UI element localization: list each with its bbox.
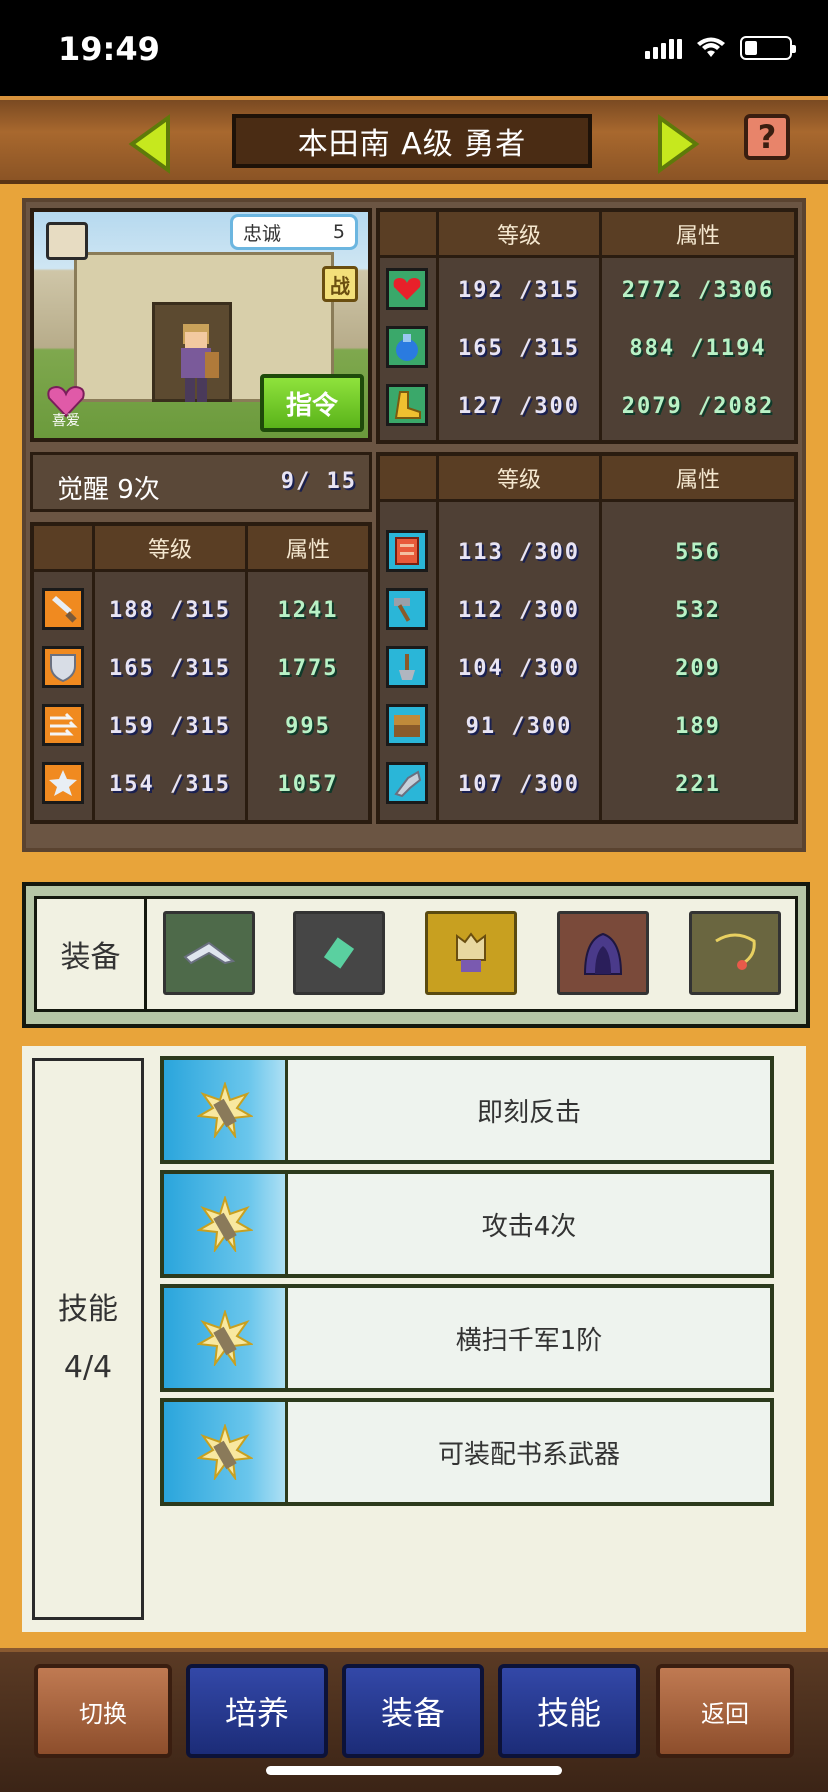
defense-level: 165 /315 <box>109 655 231 681</box>
skill-name: 横扫千军1阶 <box>455 1325 603 1356</box>
skill-item[interactable]: 攻击4次 <box>160 1170 774 1278</box>
luck-attr: 1057 <box>277 771 339 797</box>
skill-burst-icon <box>164 1402 288 1502</box>
potion-icon <box>386 326 428 368</box>
main-stats-header-attr: 属性 <box>602 212 794 258</box>
work4-level: 91 /300 <box>465 713 573 739</box>
speed-level: 159 /315 <box>109 713 231 739</box>
work1-attr: 556 <box>675 539 721 565</box>
battle-badge: 战 <box>322 266 358 302</box>
defense-attr: 1775 <box>277 655 339 681</box>
status-icons <box>645 36 796 60</box>
combat-stats-header-blank <box>34 526 92 572</box>
combat-stats-header-level: 等级 <box>95 526 245 572</box>
signal-icon <box>645 37 682 59</box>
heart-icon <box>386 268 428 310</box>
work2-attr: 532 <box>675 597 721 623</box>
shield-icon <box>42 646 84 688</box>
status-time: 19:49 <box>58 30 160 68</box>
hammer-icon <box>386 588 428 630</box>
speed-icon <box>42 704 84 746</box>
crown-armor-icon[interactable] <box>425 911 517 995</box>
awakening-bar: 觉醒 9次 9/ 15 <box>30 452 372 512</box>
mp-level: 165 /315 <box>458 335 580 361</box>
awakening-value: 9/ 15 <box>280 469 357 494</box>
skill-button[interactable]: 技能 <box>498 1664 640 1758</box>
attack-level: 188 /315 <box>109 597 231 623</box>
back-button[interactable]: 返回 <box>656 1664 794 1758</box>
loyalty-value: 5 <box>332 221 345 243</box>
mp-attr: 884 /1194 <box>629 335 767 361</box>
next-arrow-icon[interactable] <box>656 114 700 174</box>
work-stats-table: 等级 属性 113 /300 556 112 /300 532 104 /300… <box>376 452 798 824</box>
chest-icon <box>386 704 428 746</box>
luck-level: 154 /315 <box>109 771 231 797</box>
work2-level: 112 /300 <box>458 597 580 623</box>
home-indicator[interactable] <box>266 1766 562 1775</box>
work1-level: 113 /300 <box>458 539 580 565</box>
necklace-icon[interactable] <box>689 911 781 995</box>
battery-icon <box>740 36 796 60</box>
main-stats-header-level: 等级 <box>439 212 599 258</box>
skill-name: 即刻反击 <box>476 1097 581 1128</box>
awakening-label: 觉醒 9次 <box>57 475 160 505</box>
like-label: 喜爱 <box>52 413 80 429</box>
work3-level: 104 /300 <box>458 655 580 681</box>
work-stats-header-attr: 属性 <box>602 456 794 502</box>
skill-item[interactable]: 即刻反击 <box>160 1056 774 1164</box>
skill-burst-icon <box>164 1174 288 1274</box>
train-button[interactable]: 培养 <box>186 1664 328 1758</box>
stamina-attr: 2079 /2082 <box>621 393 775 419</box>
hp-attr: 2772 /3306 <box>621 277 775 303</box>
command-button[interactable]: 指令 <box>260 374 364 432</box>
skill-burst-icon <box>164 1288 288 1388</box>
combat-stats-table: 等级 属性 188 /315 1241 165 /315 1775 159 /3… <box>30 522 372 824</box>
skill-name: 攻击4次 <box>481 1211 577 1242</box>
help-button[interactable]: ? <box>744 114 790 160</box>
skills-label: 技能 <box>58 1292 118 1327</box>
shovel-icon <box>386 646 428 688</box>
combat-stats-header-attr: 属性 <box>248 526 368 572</box>
work5-level: 107 /300 <box>458 771 580 797</box>
hp-level: 192 /315 <box>458 277 580 303</box>
hero-sprite-icon <box>181 324 219 402</box>
work3-attr: 209 <box>675 655 721 681</box>
wifi-icon <box>697 37 725 57</box>
skill-item[interactable]: 横扫千军1阶 <box>160 1284 774 1392</box>
main-stats-header-blank <box>380 212 436 258</box>
skill-burst-icon <box>164 1060 288 1160</box>
skill-name: 可装配书系武器 <box>437 1439 620 1470</box>
claw-weapon-icon[interactable] <box>163 911 255 995</box>
attack-attr: 1241 <box>277 597 339 623</box>
loyalty-label: 忠诚 <box>243 222 282 245</box>
stamina-level: 127 /300 <box>458 393 580 419</box>
skills-side-label: 技能 4/4 <box>32 1058 144 1620</box>
equip-button[interactable]: 装备 <box>342 1664 484 1758</box>
speed-attr: 995 <box>285 713 331 739</box>
scroll-item-icon[interactable] <box>293 911 385 995</box>
status-bar: 19:49 <box>0 0 828 96</box>
hood-icon[interactable] <box>557 911 649 995</box>
skill-item[interactable]: 可装配书系武器 <box>160 1398 774 1506</box>
equipment-panel: 装备 <box>22 882 810 1028</box>
switch-button[interactable]: 切换 <box>34 1664 172 1758</box>
star-icon <box>42 762 84 804</box>
work4-attr: 189 <box>675 713 721 739</box>
character-title: 本田南 A级 勇者 <box>232 114 592 168</box>
skills-count: 4/4 <box>63 1350 113 1385</box>
card-icon[interactable] <box>46 222 88 260</box>
title-bar: 本田南 A级 勇者 ? <box>0 96 828 184</box>
boot-icon <box>386 384 428 426</box>
loyalty-badge: 忠诚 5 <box>230 214 358 250</box>
prev-arrow-icon[interactable] <box>128 114 172 174</box>
book-icon <box>386 530 428 572</box>
sword-icon <box>42 588 84 630</box>
main-stats-table: 等级 属性 192 /315 2772 /3306 165 /315 884 /… <box>376 208 798 444</box>
work-stats-header-level: 等级 <box>439 456 599 502</box>
gauntlet-icon <box>386 762 428 804</box>
work5-attr: 221 <box>675 771 721 797</box>
equipment-inner: 装备 <box>34 896 798 1012</box>
work-stats-header-blank <box>380 456 436 502</box>
equipment-label: 装备 <box>37 899 147 1009</box>
